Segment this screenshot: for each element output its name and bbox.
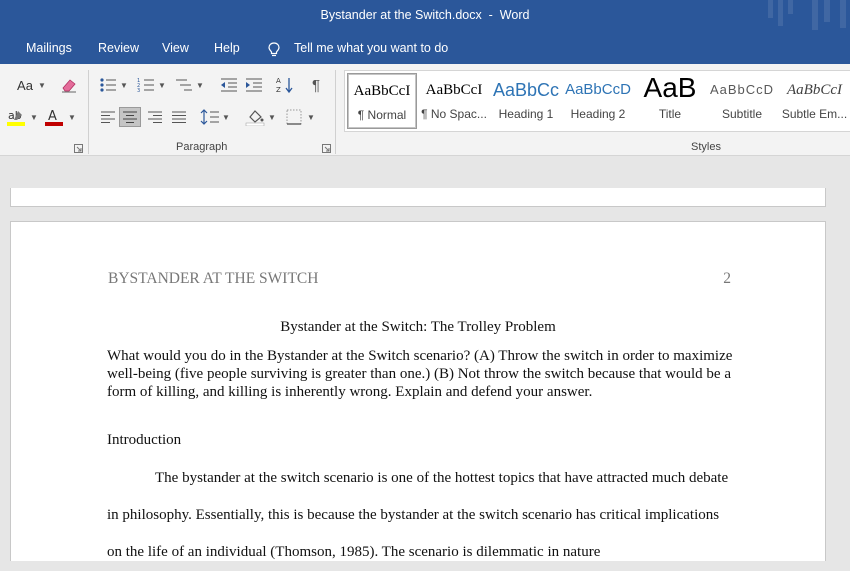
style-subtitle[interactable]: AaBbCcD Subtitle <box>707 73 777 129</box>
change-case-button[interactable]: Aa <box>12 75 38 95</box>
font-color-icon: A <box>45 109 63 126</box>
style-preview: AaBbCcD <box>565 81 631 98</box>
styles-group-label: Styles <box>691 141 721 153</box>
borders-button[interactable] <box>283 107 305 127</box>
line-spacing-icon <box>200 109 219 125</box>
style-preview: AaBbCcI <box>787 82 842 98</box>
multilevel-list-button[interactable] <box>173 75 195 95</box>
change-case-label: Aa <box>17 77 33 93</box>
tab-review[interactable]: Review <box>98 41 139 55</box>
style-preview: AaB <box>643 73 697 103</box>
style-name: Heading 2 <box>570 107 626 121</box>
style-preview: AaBbCcI <box>353 83 411 99</box>
show-marks-button[interactable]: ¶ <box>305 75 327 95</box>
numbering-icon: 123 <box>137 78 154 93</box>
style-name: ¶ Normal <box>357 108 407 122</box>
previous-page <box>10 188 826 207</box>
dialog-launcher-icon[interactable] <box>322 144 331 153</box>
chevron-down-icon[interactable]: ▼ <box>158 81 166 90</box>
ribbon: Aa ▼ ab ▼ A ▼ ▼ 123 ▼ ▼ AZ ¶ ▼ ▼ ▼ Parag… <box>0 64 850 156</box>
style-name: ¶ No Spac... <box>421 107 487 121</box>
font-color-button[interactable]: A <box>43 107 65 127</box>
chevron-down-icon[interactable]: ▼ <box>196 81 204 90</box>
show-marks-icon: ¶ <box>311 76 321 94</box>
document-title: Bystander at the Switch: The Trolley Pro… <box>280 319 556 335</box>
decrease-indent-button[interactable] <box>218 75 240 95</box>
running-header: BYSTANDER AT THE SWITCH <box>108 270 319 287</box>
tab-view[interactable]: View <box>162 41 189 55</box>
window-title: Bystander at the Switch.docx - Word <box>320 8 530 22</box>
page-number: 2 <box>723 270 731 287</box>
increase-indent-icon <box>246 78 262 92</box>
group-separator <box>88 70 89 154</box>
align-center-icon <box>123 111 137 123</box>
chevron-down-icon[interactable]: ▼ <box>222 113 230 122</box>
line-spacing-button[interactable] <box>199 107 221 127</box>
borders-icon <box>286 109 302 125</box>
svg-text:3: 3 <box>137 88 140 93</box>
sort-button[interactable]: AZ <box>274 75 296 95</box>
group-separator <box>335 70 336 154</box>
tell-me-search[interactable]: Tell me what you want to do <box>294 41 448 55</box>
svg-text:A: A <box>48 109 57 124</box>
shading-button[interactable] <box>244 107 266 127</box>
increase-indent-button[interactable] <box>243 75 265 95</box>
document-page[interactable]: BYSTANDER AT THE SWITCH 2 Bystander at t… <box>10 221 826 561</box>
ribbon-pattern-icon <box>768 0 846 30</box>
highlight-button[interactable]: ab <box>5 107 27 127</box>
paragraph-group-label: Paragraph <box>176 141 228 153</box>
highlight-icon: ab <box>7 109 25 126</box>
style-name: Subtitle <box>721 107 763 121</box>
chevron-down-icon[interactable]: ▼ <box>30 113 38 122</box>
style-name: Subtle Em... <box>781 107 848 121</box>
chevron-down-icon[interactable]: ▼ <box>38 81 46 90</box>
align-center-button[interactable] <box>119 107 141 127</box>
body-paragraph: The bystander at the switch scenario is … <box>107 470 729 560</box>
ribbon-tabs: Mailings Review View Help Tell me what y… <box>0 34 850 64</box>
align-right-icon <box>148 111 162 123</box>
tab-help[interactable]: Help <box>214 41 240 55</box>
style-preview: AaBbCcD <box>709 82 775 97</box>
justify-icon <box>172 111 186 123</box>
numbering-button[interactable]: 123 <box>135 75 157 95</box>
sort-icon: AZ <box>276 77 293 94</box>
chevron-down-icon[interactable]: ▼ <box>120 81 128 90</box>
style-name: Title <box>658 107 682 121</box>
style-preview: AaBbCc <box>492 80 560 100</box>
style-normal[interactable]: AaBbCcI ¶ Normal <box>347 73 417 129</box>
chevron-down-icon[interactable]: ▼ <box>68 113 76 122</box>
tab-mailings[interactable]: Mailings <box>26 41 72 55</box>
style-heading-1[interactable]: AaBbCc Heading 1 <box>491 73 561 129</box>
justify-button[interactable] <box>168 107 190 127</box>
style-preview: AaBbCcI <box>425 82 483 98</box>
align-left-icon <box>101 111 115 123</box>
lightbulb-icon <box>268 42 280 57</box>
title-bar: Bystander at the Switch.docx - Word <box>0 0 850 34</box>
clear-formatting-button[interactable] <box>58 75 80 95</box>
style-name: Heading 1 <box>498 107 554 121</box>
style-title[interactable]: AaB Title <box>635 73 705 129</box>
style-no-spacing[interactable]: AaBbCcI ¶ No Spac... <box>419 73 489 129</box>
clear-formatting-icon <box>62 79 76 93</box>
bullets-icon <box>100 78 116 92</box>
style-heading-2[interactable]: AaBbCcD Heading 2 <box>563 73 633 129</box>
decrease-indent-icon <box>221 78 237 92</box>
align-left-button[interactable] <box>97 107 119 127</box>
dialog-launcher-icon[interactable] <box>74 144 83 153</box>
style-subtle-emphasis[interactable]: AaBbCcI Subtle Em... <box>779 73 850 129</box>
introduction-heading: Introduction <box>107 432 182 448</box>
svg-text:Z: Z <box>276 86 281 94</box>
multilevel-list-icon <box>176 79 192 91</box>
bullets-button[interactable] <box>97 75 119 95</box>
shading-icon <box>245 110 265 126</box>
question-paragraph: What would you do in the Bystander at th… <box>107 348 733 400</box>
svg-text:A: A <box>276 77 281 85</box>
chevron-down-icon[interactable]: ▼ <box>268 113 276 122</box>
align-right-button[interactable] <box>144 107 166 127</box>
chevron-down-icon[interactable]: ▼ <box>307 113 315 122</box>
